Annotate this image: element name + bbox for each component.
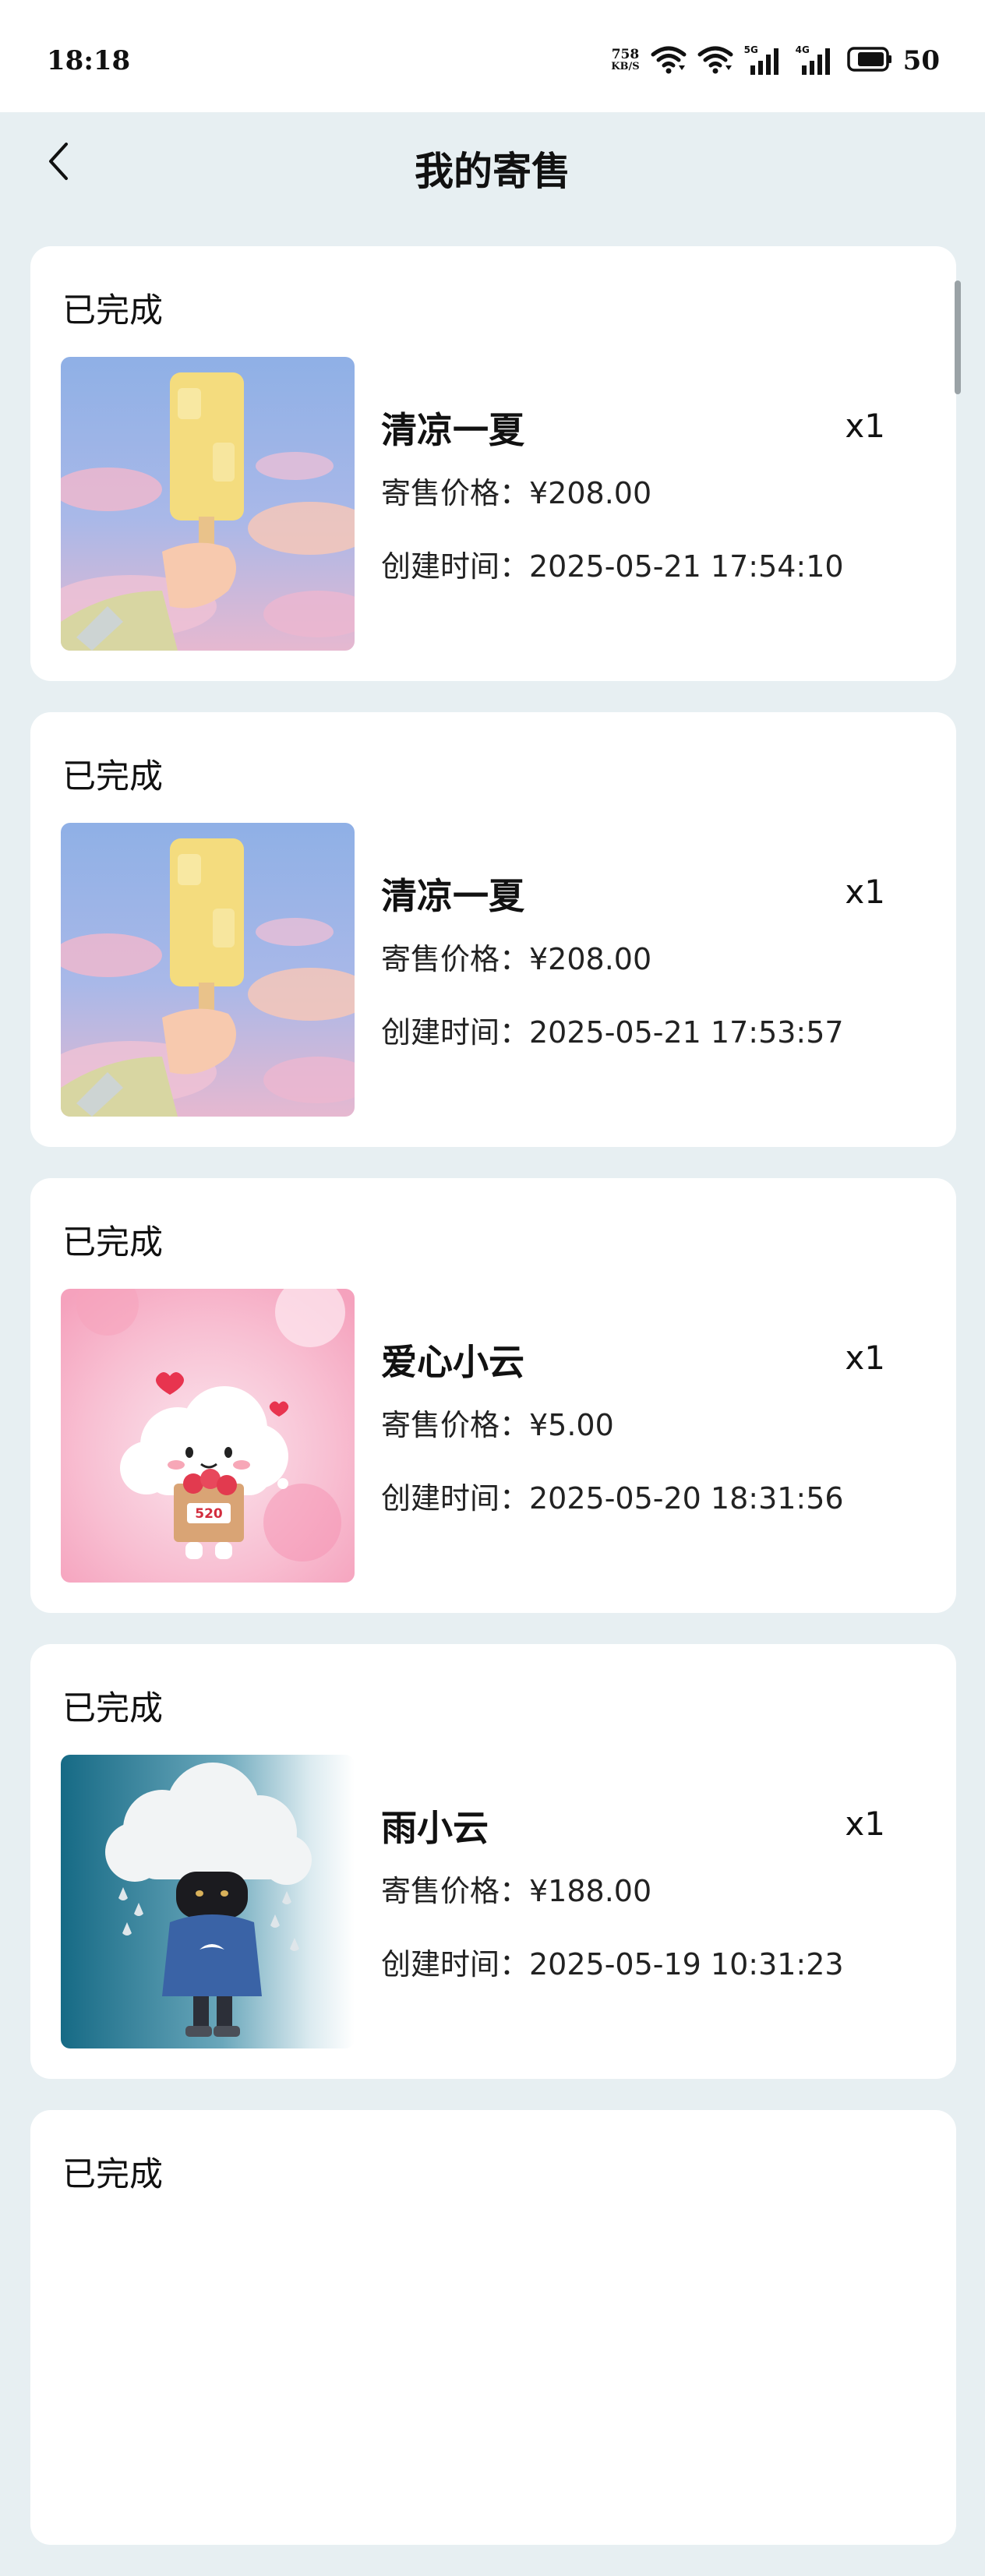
item-name: 清凉一夏: [381, 409, 524, 451]
scrollbar-thumb[interactable]: [955, 281, 961, 394]
item-quantity: x1: [845, 407, 885, 445]
consignment-card[interactable]: 已完成: [30, 2110, 956, 2545]
item-name: 清凉一夏: [381, 875, 524, 917]
order-status: 已完成: [62, 1223, 163, 1262]
wifi-icon: [697, 44, 733, 78]
network-speed-unit: KB/S: [611, 61, 640, 72]
rain-cloud-image[interactable]: [61, 1755, 355, 2048]
consignment-card[interactable]: 已完成: [30, 246, 956, 681]
item-name: 爱心小云: [381, 1341, 524, 1383]
cellular-signal-2: 4G: [796, 45, 836, 76]
order-status: 已完成: [62, 757, 163, 796]
order-status: 已完成: [62, 291, 163, 330]
consignment-card[interactable]: 已完成: [30, 712, 956, 1147]
item-created-time: 创建时间：2025-05-19 10:31:23: [381, 1947, 844, 1981]
status-bar: 18:18 758 KB/S 5G 4G 50: [0, 0, 985, 112]
item-price: 寄售价格：¥208.00: [381, 476, 652, 510]
item-quantity: x1: [845, 1805, 885, 1843]
nav-bar: 我的寄售: [0, 112, 985, 220]
status-icons: 758 KB/S 5G 4G 50: [611, 44, 940, 78]
item-price: 寄售价格：¥208.00: [381, 942, 652, 976]
item-name: 雨小云: [381, 1807, 489, 1849]
network-speed-value: 758: [611, 47, 640, 62]
item-created-time: 创建时间：2025-05-20 18:31:56: [381, 1481, 844, 1516]
network-speed: 758 KB/S: [611, 48, 639, 73]
popsicle-illustration: [61, 357, 355, 651]
page-title: 我的寄售: [415, 149, 570, 194]
popsicle-illustration: [61, 823, 355, 1117]
item-created-time: 创建时间：2025-05-21 17:54:10: [381, 549, 844, 584]
heart-cloud-image[interactable]: 520: [61, 1289, 355, 1583]
item-price: 寄售价格：¥5.00: [381, 1408, 614, 1442]
order-status: 已完成: [62, 2155, 163, 2194]
battery-level: 50: [902, 45, 940, 76]
item-quantity: x1: [845, 1339, 885, 1377]
rain-cloud-illustration: [61, 1755, 355, 2048]
sim2-label: 4G: [795, 44, 810, 55]
cellular-signal-1: 5G: [744, 45, 785, 76]
sim1-label: 5G: [743, 44, 758, 55]
consignment-list[interactable]: 已完成 清凉一夏 x1 寄售价格：¥208.00 创建时间：2025-05-21…: [30, 246, 956, 2576]
heart-cloud-illustration: 520: [61, 1289, 355, 1583]
consignment-card[interactable]: 已完成: [30, 1644, 956, 2079]
box-label: 520: [195, 1506, 223, 1522]
order-status: 已完成: [62, 1689, 163, 1728]
battery-icon: [846, 46, 892, 76]
wifi-icon: [651, 44, 687, 78]
popsicle-image[interactable]: [61, 823, 355, 1117]
consignment-card[interactable]: 已完成: [30, 1178, 956, 1613]
item-price: 寄售价格：¥188.00: [381, 1874, 652, 1908]
popsicle-image[interactable]: [61, 357, 355, 651]
status-time: 18:18: [47, 45, 131, 76]
item-quantity: x1: [845, 873, 885, 911]
item-created-time: 创建时间：2025-05-21 17:53:57: [381, 1015, 844, 1050]
